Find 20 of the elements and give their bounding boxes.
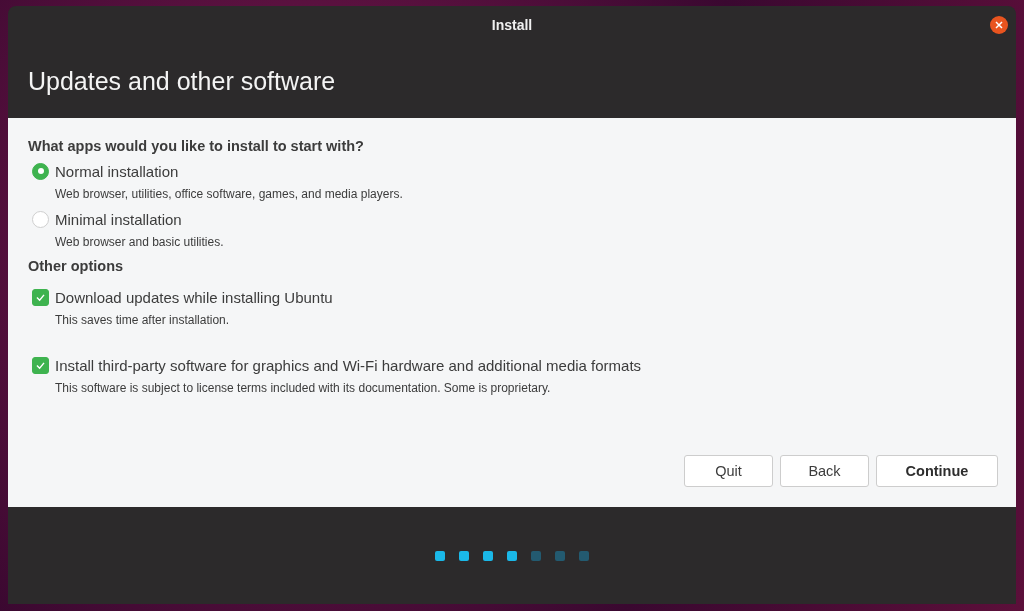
section-heading: Other options	[28, 258, 124, 274]
radio-button[interactable]	[32, 210, 49, 228]
option-description: Web browser, utilities, office software, games, and media players.	[55, 187, 403, 201]
option-label[interactable]: Minimal installation	[55, 210, 182, 228]
radio-button[interactable]	[32, 162, 49, 180]
window-title: Install	[491, 17, 533, 33]
checkbox[interactable]	[32, 288, 49, 306]
option-label[interactable]: Download updates while installing Ubuntu	[55, 288, 333, 306]
option-description: This software is subject to license terms included with its documentation. Some is proprietary.	[55, 381, 551, 395]
dialog-button[interactable]: Quit	[684, 455, 773, 487]
dialog-button[interactable]: Back	[780, 455, 869, 487]
option-description: Web browser and basic utilities.	[55, 235, 224, 249]
option-description: This saves time after installation.	[55, 313, 230, 327]
option-label[interactable]: Install third-party software for graphics and Wi-Fi hardware and additional media formats	[55, 356, 642, 374]
page-title: Updates and other software	[28, 66, 336, 96]
dialog-button[interactable]: Continue	[876, 455, 998, 487]
checkbox[interactable]	[32, 356, 49, 374]
option-label[interactable]: Normal installation	[55, 162, 179, 180]
close-icon[interactable]	[990, 16, 1008, 34]
section-heading: What apps would you like to install to start with?	[28, 138, 364, 154]
